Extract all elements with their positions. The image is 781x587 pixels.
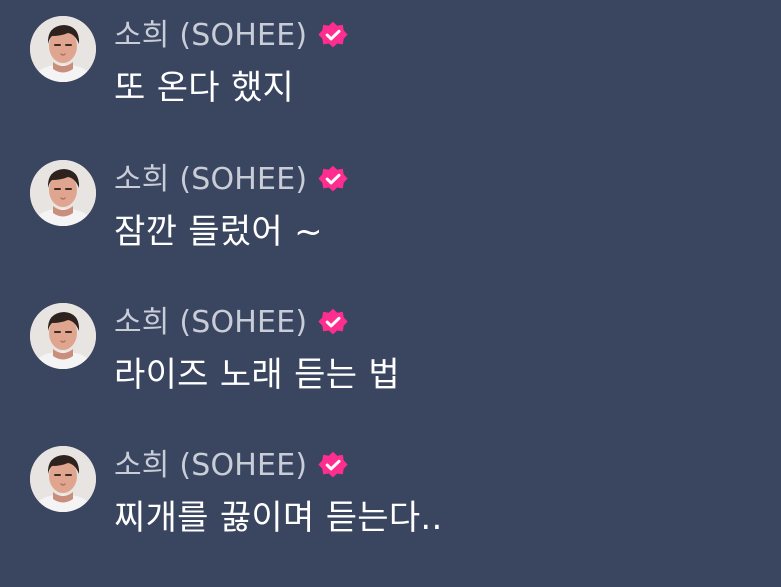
profile-photo-icon <box>30 303 96 369</box>
sender-row: 소희 (SOHEE) <box>114 160 349 200</box>
message-text: 찌개를 끓이며 듣는다.. <box>114 498 443 538</box>
verified-badge-icon <box>318 308 348 335</box>
sender-name: 소희 (SOHEE) <box>114 448 308 483</box>
sender-name: 소희 (SOHEE) <box>114 162 308 197</box>
chat-feed: 소희 (SOHEE) 또 온다 했지 소희 (SOHEE) 잠깐 들렀어 ~ 소… <box>0 0 781 587</box>
sender-name: 소희 (SOHEE) <box>114 18 308 53</box>
avatar[interactable] <box>30 446 96 512</box>
chat-message: 소희 (SOHEE) 또 온다 했지 <box>0 16 781 126</box>
chat-message: 소희 (SOHEE) 라이즈 노래 듣는 법 <box>0 303 781 413</box>
sender-row: 소희 (SOHEE) <box>114 446 349 486</box>
profile-photo-icon <box>30 446 96 512</box>
avatar[interactable] <box>30 160 96 226</box>
profile-photo-icon <box>30 160 96 226</box>
sender-row: 소희 (SOHEE) <box>114 16 349 56</box>
avatar[interactable] <box>30 16 96 82</box>
profile-photo-icon <box>30 16 96 82</box>
message-text: 잠깐 들렀어 ~ <box>114 212 323 252</box>
verified-badge-icon <box>318 21 348 48</box>
sender-name: 소희 (SOHEE) <box>114 305 308 340</box>
verified-badge-icon <box>318 451 348 478</box>
chat-message: 소희 (SOHEE) 찌개를 끓이며 듣는다.. <box>0 446 781 556</box>
message-text: 또 온다 했지 <box>114 68 295 108</box>
verified-badge-icon <box>318 165 348 192</box>
chat-message: 소희 (SOHEE) 잠깐 들렀어 ~ <box>0 160 781 270</box>
message-text: 라이즈 노래 듣는 법 <box>114 355 400 395</box>
avatar[interactable] <box>30 303 96 369</box>
sender-row: 소희 (SOHEE) <box>114 303 349 343</box>
